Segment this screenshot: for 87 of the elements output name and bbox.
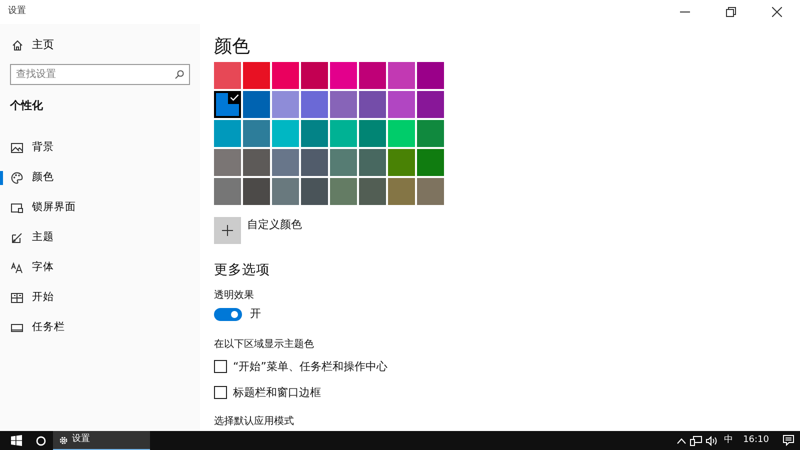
section-heading: 更多选项	[214, 261, 271, 280]
color-swatch[interactable]	[214, 120, 241, 147]
color-swatch[interactable]	[243, 120, 270, 147]
checkbox-label: 标题栏和窗口边框	[233, 384, 321, 400]
color-swatch[interactable]	[417, 62, 444, 89]
toggle-switch[interactable]	[214, 308, 242, 321]
color-swatch[interactable]	[301, 120, 328, 147]
color-swatch[interactable]	[388, 120, 415, 147]
speaker-icon[interactable]	[706, 436, 718, 446]
color-swatch[interactable]	[272, 91, 299, 118]
color-swatch[interactable]	[272, 178, 299, 205]
sidebar-item[interactable]: 开始	[0, 282, 200, 312]
clock[interactable]: 16:10	[741, 434, 771, 448]
windows-logo-icon	[10, 435, 22, 446]
color-swatch[interactable]	[301, 149, 328, 176]
color-swatch[interactable]	[388, 178, 415, 205]
color-swatch[interactable]	[359, 91, 386, 118]
color-swatch[interactable]	[417, 91, 444, 118]
input-method-indicator[interactable]: 中	[722, 434, 736, 448]
circle-icon	[36, 436, 46, 446]
custom-color-label: 自定义颜色	[247, 217, 302, 233]
color-swatch[interactable]	[214, 91, 241, 118]
taskbar-app-button[interactable]: 设置	[53, 431, 150, 450]
color-swatch[interactable]	[301, 91, 328, 118]
sidebar-item[interactable]: 任务栏	[0, 312, 200, 342]
color-swatch[interactable]	[388, 62, 415, 89]
close-icon	[772, 7, 782, 17]
palette-icon	[11, 172, 23, 184]
sidebar-item[interactable]: 颜色	[0, 162, 200, 192]
setting-label: 在以下区域显示主题色	[214, 338, 315, 352]
color-swatch[interactable]	[272, 62, 299, 89]
color-swatch[interactable]	[330, 62, 357, 89]
color-swatch[interactable]	[330, 178, 357, 205]
color-swatch[interactable]	[214, 178, 241, 205]
color-swatch[interactable]	[359, 178, 386, 205]
window-title: 设置	[8, 5, 26, 18]
gear-icon	[59, 436, 68, 444]
plus-icon	[222, 225, 233, 236]
home-link[interactable]: 主页	[0, 34, 66, 56]
color-swatch[interactable]	[388, 149, 415, 176]
sidebar-item[interactable]: 主题	[0, 222, 200, 252]
check-icon	[230, 94, 239, 101]
section-title: 个性化	[10, 98, 44, 114]
color-swatch[interactable]	[330, 149, 357, 176]
sidebar-item[interactable]: 背景	[0, 132, 200, 162]
setting-label: 透明效果	[214, 288, 255, 304]
chevron-up-icon[interactable]	[677, 438, 686, 444]
brush-icon	[11, 232, 23, 244]
color-swatch[interactable]	[417, 149, 444, 176]
color-swatch[interactable]	[417, 120, 444, 147]
search-field[interactable]: 查找设置	[10, 64, 190, 85]
color-swatch[interactable]	[359, 120, 386, 147]
checkbox-label: “开始”菜单、任务栏和操作中心	[233, 358, 388, 374]
color-swatch[interactable]	[272, 149, 299, 176]
color-swatch[interactable]	[243, 62, 270, 89]
color-swatch[interactable]	[417, 178, 444, 205]
checkbox[interactable]	[214, 360, 227, 374]
color-swatch[interactable]	[330, 120, 357, 147]
search-icon	[175, 70, 184, 79]
restore-icon	[726, 7, 736, 17]
notification-icon[interactable]	[783, 435, 794, 446]
start-layout-icon	[11, 292, 23, 304]
color-swatch[interactable]	[214, 62, 241, 89]
taskbar-icon	[11, 322, 23, 334]
color-swatch[interactable]	[388, 91, 415, 118]
network-icon[interactable]	[690, 436, 702, 446]
color-swatch[interactable]	[301, 62, 328, 89]
setting-label: 选择默认应用模式	[214, 414, 295, 429]
color-swatch[interactable]	[359, 149, 386, 176]
color-swatch[interactable]	[359, 62, 386, 89]
screen-lock-icon	[11, 202, 23, 214]
toggle-state: 开	[250, 306, 261, 322]
page-heading: 颜色	[214, 38, 251, 56]
sidebar-item[interactable]: 锁屏界面	[0, 192, 200, 222]
color-swatch[interactable]	[330, 91, 357, 118]
color-swatch[interactable]	[272, 120, 299, 147]
picture-frame-icon	[11, 142, 23, 154]
sidebar-item[interactable]: 字体	[0, 252, 200, 282]
color-swatch[interactable]	[243, 178, 270, 205]
color-swatch[interactable]	[243, 91, 270, 118]
add-color-button[interactable]	[214, 217, 241, 244]
color-swatch[interactable]	[243, 149, 270, 176]
home-icon	[12, 40, 23, 50]
font-icon	[11, 262, 23, 274]
color-swatch[interactable]	[214, 149, 241, 176]
checkbox[interactable]	[214, 386, 227, 400]
color-swatch[interactable]	[301, 178, 328, 205]
